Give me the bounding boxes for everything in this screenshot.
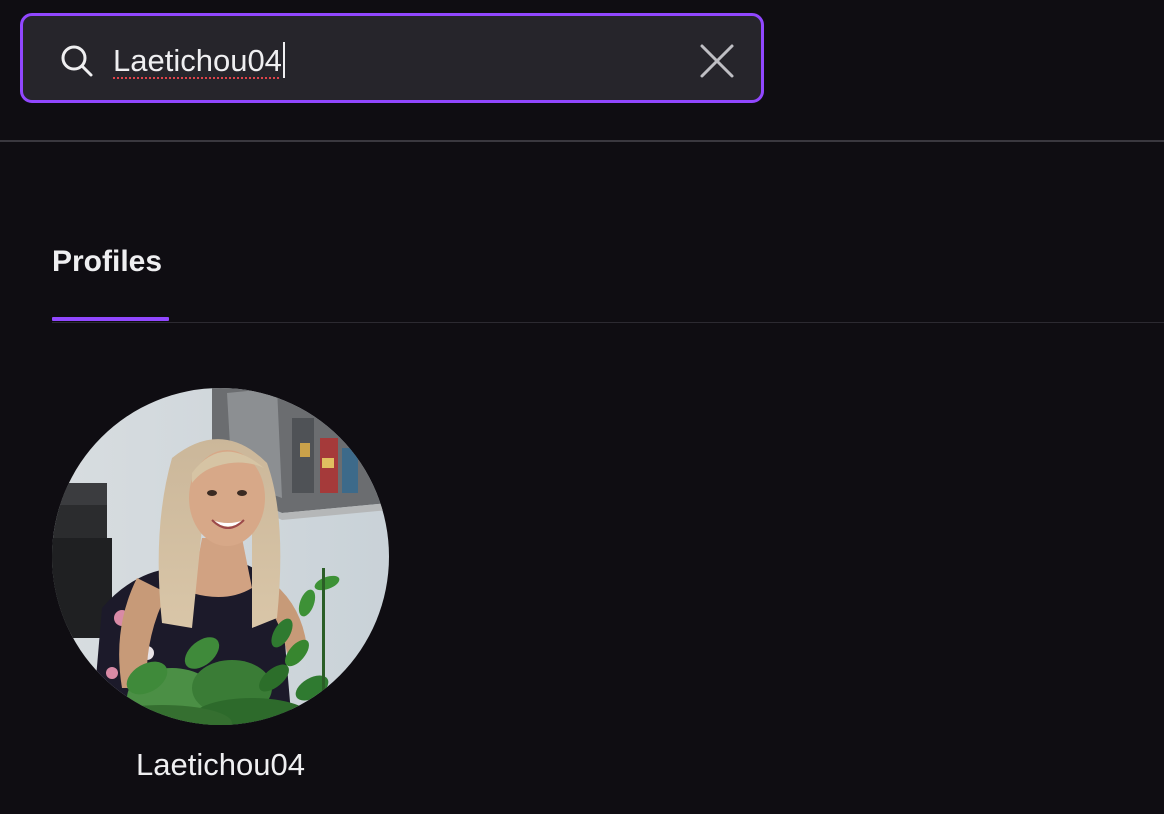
tab-profiles-label: Profiles — [52, 245, 163, 278]
header-divider — [0, 140, 1164, 142]
search-input[interactable]: Laetichou04 — [113, 42, 285, 80]
search-bar[interactable]: Laetichou04 — [20, 13, 764, 103]
profile-result-card[interactable]: Laetichou04 — [52, 388, 389, 788]
search-input-value: Laetichou04 — [113, 43, 282, 78]
avatar[interactable] — [52, 388, 389, 725]
profile-photo — [52, 388, 389, 725]
close-icon — [700, 44, 734, 78]
search-icon — [61, 45, 93, 77]
tabs-divider — [52, 322, 1164, 323]
text-caret — [282, 42, 285, 78]
profile-name[interactable]: Laetichou04 — [52, 745, 389, 785]
search-results-page: Laetichou04 Profiles Laetichou04 — [0, 0, 1164, 814]
active-tab-indicator — [52, 317, 169, 321]
clear-search-button[interactable] — [699, 43, 735, 79]
tab-profiles[interactable]: Profiles — [52, 242, 169, 322]
